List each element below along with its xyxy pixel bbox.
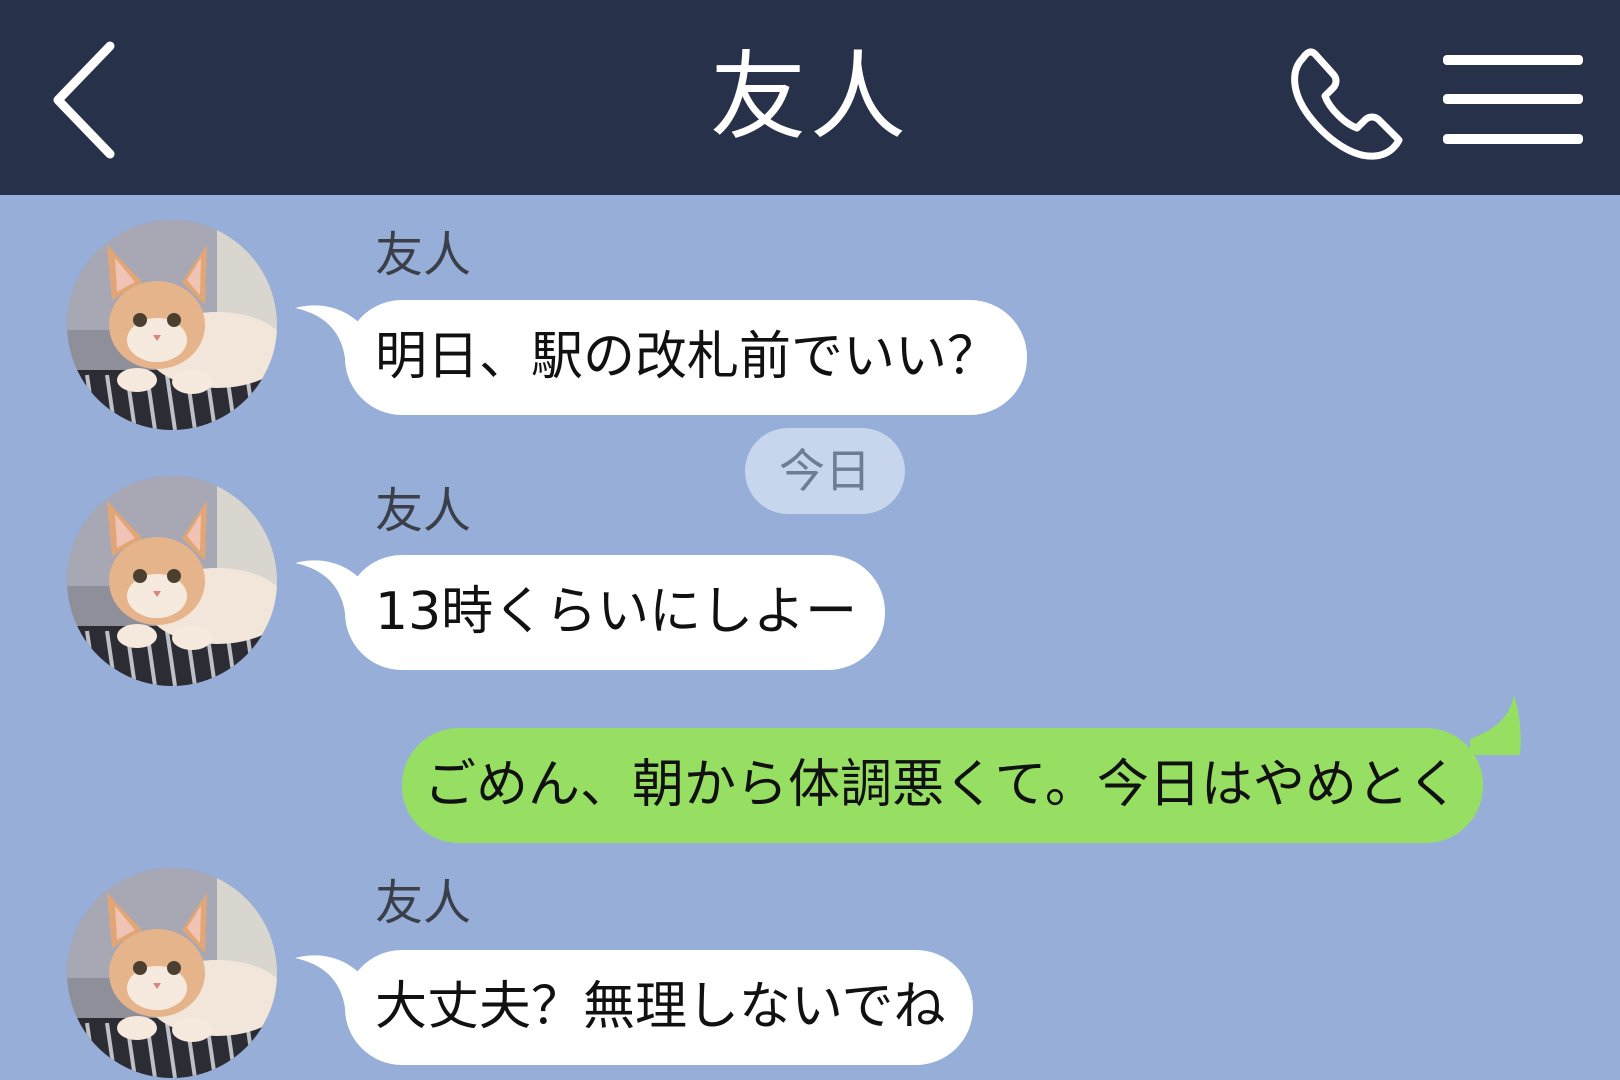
sender-name: 友人 <box>375 227 472 283</box>
sender-name: 友人 <box>375 483 472 539</box>
chat-header: 友人 <box>0 0 1620 195</box>
contact-avatar[interactable] <box>67 476 277 686</box>
back-button[interactable] <box>40 38 130 163</box>
call-button[interactable] <box>1283 40 1413 165</box>
contact-avatar[interactable] <box>67 868 277 1078</box>
phone-icon <box>1291 48 1403 160</box>
cat-avatar-image <box>67 220 277 430</box>
outgoing-message-bubble: ごめん、朝から体調悪くて。今日はやめとく <box>402 728 1484 843</box>
incoming-message-bubble: 大丈夫？無理しないでね <box>345 950 974 1065</box>
sender-name: 友人 <box>375 875 472 931</box>
incoming-message-bubble: 13時くらいにしよー <box>345 555 886 670</box>
bubble-tail <box>1470 695 1521 755</box>
cat-avatar-image <box>67 868 277 1078</box>
contact-avatar[interactable] <box>67 220 277 430</box>
incoming-message-bubble: 明日、駅の改札前でいい？ <box>345 300 1028 415</box>
menu-button[interactable] <box>1440 50 1585 150</box>
cat-avatar-image <box>67 476 277 686</box>
chat-title: 友人 <box>710 41 910 153</box>
hamburger-menu-icon <box>1443 55 1583 144</box>
chevron-left-icon <box>53 41 115 159</box>
date-separator: 今日 <box>745 428 905 514</box>
